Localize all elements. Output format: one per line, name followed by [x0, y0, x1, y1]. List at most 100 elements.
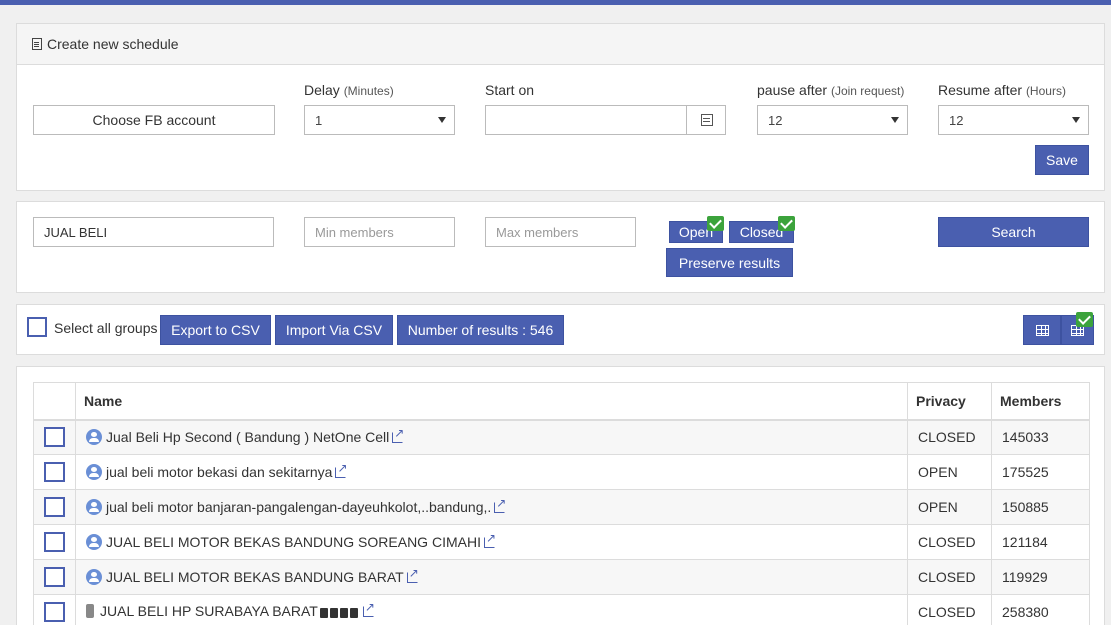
row-select-cell	[33, 594, 76, 625]
row-select-cell	[33, 559, 76, 595]
resume-after-label: Resume after (Hours)	[938, 82, 1066, 98]
group-name-link[interactable]: jual beli motor banjaran-pangalengan-day…	[106, 499, 491, 515]
name-column-header[interactable]: Name	[75, 382, 908, 421]
delay-select[interactable]: 1	[304, 105, 455, 135]
pause-after-label: pause after (Join request)	[757, 82, 904, 98]
delay-label-text: Delay	[304, 82, 340, 98]
group-icon	[86, 429, 102, 446]
external-link-icon[interactable]	[335, 461, 348, 478]
group-name-cell: JUAL BELI MOTOR BEKAS BANDUNG BARAT	[75, 559, 908, 595]
resume-after-unit: (Hours)	[1025, 84, 1066, 98]
row-checkbox[interactable]	[44, 427, 65, 448]
group-name-cell: jual beli motor banjaran-pangalengan-day…	[75, 489, 908, 525]
external-link-icon[interactable]	[494, 496, 506, 513]
group-name-link[interactable]: jual beli motor bekasi dan sekitarnya	[106, 464, 332, 480]
table-header-row: Name Privacy Members	[33, 382, 1090, 421]
row-checkbox[interactable]	[44, 602, 65, 622]
chevron-down-icon	[891, 117, 899, 123]
resume-after-label-text: Resume after	[938, 82, 1023, 98]
results-count-badge: Number of results : 546	[397, 315, 564, 345]
members-cell: 119929	[991, 559, 1090, 595]
privacy-cell: CLOSED	[907, 419, 992, 455]
privacy-cell: CLOSED	[907, 559, 992, 595]
members-cell: 145033	[991, 419, 1090, 455]
results-table: Name Privacy Members Jual Beli Hp Second…	[33, 382, 1090, 625]
min-members-input[interactable]: Min members	[304, 217, 455, 247]
members-cell: 121184	[991, 524, 1090, 560]
top-accent-bar	[0, 0, 1111, 5]
delay-value: 1	[315, 112, 323, 128]
chevron-down-icon	[438, 117, 446, 123]
members-cell: 150885	[991, 489, 1090, 525]
privacy-cell: CLOSED	[907, 524, 992, 560]
check-icon	[778, 216, 795, 231]
group-icon	[86, 464, 102, 480]
preserve-results-button[interactable]: Preserve results	[666, 248, 793, 277]
search-button[interactable]: Search	[938, 217, 1089, 247]
privacy-cell: OPEN	[907, 454, 992, 490]
group-icon	[86, 534, 102, 550]
start-on-label: Start on	[485, 82, 535, 98]
privacy-cell: CLOSED	[907, 594, 992, 625]
delay-unit: (Minutes)	[343, 84, 394, 98]
row-select-cell	[33, 419, 76, 455]
members-column-header[interactable]: Members	[991, 382, 1090, 421]
grid-view-button[interactable]	[1023, 315, 1061, 345]
table-row[interactable]: JUAL BELI MOTOR BEKAS BANDUNG SOREANG CI…	[33, 524, 1090, 560]
table-row[interactable]: JUAL BELI MOTOR BEKAS BANDUNG BARAT CLOSE…	[33, 559, 1090, 595]
import-csv-button[interactable]: Import Via CSV	[275, 315, 393, 345]
members-cell: 175525	[991, 454, 1090, 490]
group-icon	[86, 569, 102, 585]
start-on-input[interactable]	[485, 105, 726, 135]
input-divider	[686, 106, 687, 134]
results-toolbar: Select all groups Export to CSV Import V…	[16, 304, 1105, 355]
schedule-heading: Create new schedule	[17, 24, 1104, 65]
external-link-icon[interactable]	[392, 426, 404, 444]
select-all-label: Select all groups	[54, 320, 158, 336]
table-row[interactable]: jual beli motor banjaran-pangalengan-day…	[33, 489, 1090, 525]
pause-after-label-text: pause after	[757, 82, 828, 98]
group-name-link[interactable]: Jual Beli Hp Second ( Bandung ) NetOne C…	[106, 429, 389, 445]
pause-after-unit: (Join request)	[830, 84, 905, 98]
table-row[interactable]: JUAL BELI HP SURABAYA BARAT CLOSED258380	[33, 594, 1090, 625]
table-row[interactable]: Jual Beli Hp Second ( Bandung ) NetOne C…	[33, 419, 1090, 455]
external-link-icon[interactable]	[362, 600, 375, 617]
pause-after-select[interactable]: 12	[757, 105, 908, 135]
calendar-icon[interactable]	[701, 114, 713, 126]
choose-fb-account-button[interactable]: Choose FB account	[33, 105, 275, 135]
schedule-heading-text: Create new schedule	[47, 36, 179, 52]
check-icon	[1076, 312, 1093, 327]
group-name-link[interactable]: JUAL BELI MOTOR BEKAS BANDUNG BARAT	[106, 569, 404, 585]
device-emoji-icons	[319, 605, 360, 621]
phone-icon	[86, 604, 94, 618]
row-checkbox[interactable]	[44, 567, 65, 587]
group-name-cell: JUAL BELI MOTOR BEKAS BANDUNG SOREANG CI…	[75, 524, 908, 560]
row-select-cell	[33, 454, 76, 490]
save-button[interactable]: Save	[1035, 145, 1089, 175]
group-name-link[interactable]: JUAL BELI HP SURABAYA BARAT	[100, 603, 318, 619]
row-select-cell	[33, 524, 76, 560]
group-name-cell: jual beli motor bekasi dan sekitarnya	[75, 454, 908, 490]
members-cell: 258380	[991, 594, 1090, 625]
group-name-cell: Jual Beli Hp Second ( Bandung ) NetOne C…	[75, 419, 908, 455]
row-checkbox[interactable]	[44, 497, 65, 517]
external-link-icon[interactable]	[483, 531, 496, 548]
grid-icon	[1035, 324, 1049, 336]
resume-after-select[interactable]: 12	[938, 105, 1089, 135]
search-panel: JUAL BELI Min members Max members Open C…	[16, 201, 1105, 293]
document-icon	[32, 38, 42, 50]
row-checkbox[interactable]	[44, 532, 65, 552]
check-icon	[707, 216, 724, 231]
keyword-input[interactable]: JUAL BELI	[33, 217, 274, 247]
export-csv-button[interactable]: Export to CSV	[160, 315, 271, 345]
select-all-checkbox[interactable]	[27, 317, 47, 337]
delay-label: Delay (Minutes)	[304, 82, 394, 98]
table-row[interactable]: jual beli motor bekasi dan sekitarnya OPE…	[33, 454, 1090, 490]
row-checkbox[interactable]	[44, 462, 65, 482]
group-name-link[interactable]: JUAL BELI MOTOR BEKAS BANDUNG SOREANG CI…	[106, 534, 481, 550]
schedule-panel: Create new schedule Choose FB account De…	[16, 23, 1105, 191]
privacy-column-header[interactable]: Privacy	[907, 382, 992, 421]
external-link-icon[interactable]	[406, 566, 419, 583]
group-icon	[86, 499, 102, 515]
max-members-input[interactable]: Max members	[485, 217, 636, 247]
